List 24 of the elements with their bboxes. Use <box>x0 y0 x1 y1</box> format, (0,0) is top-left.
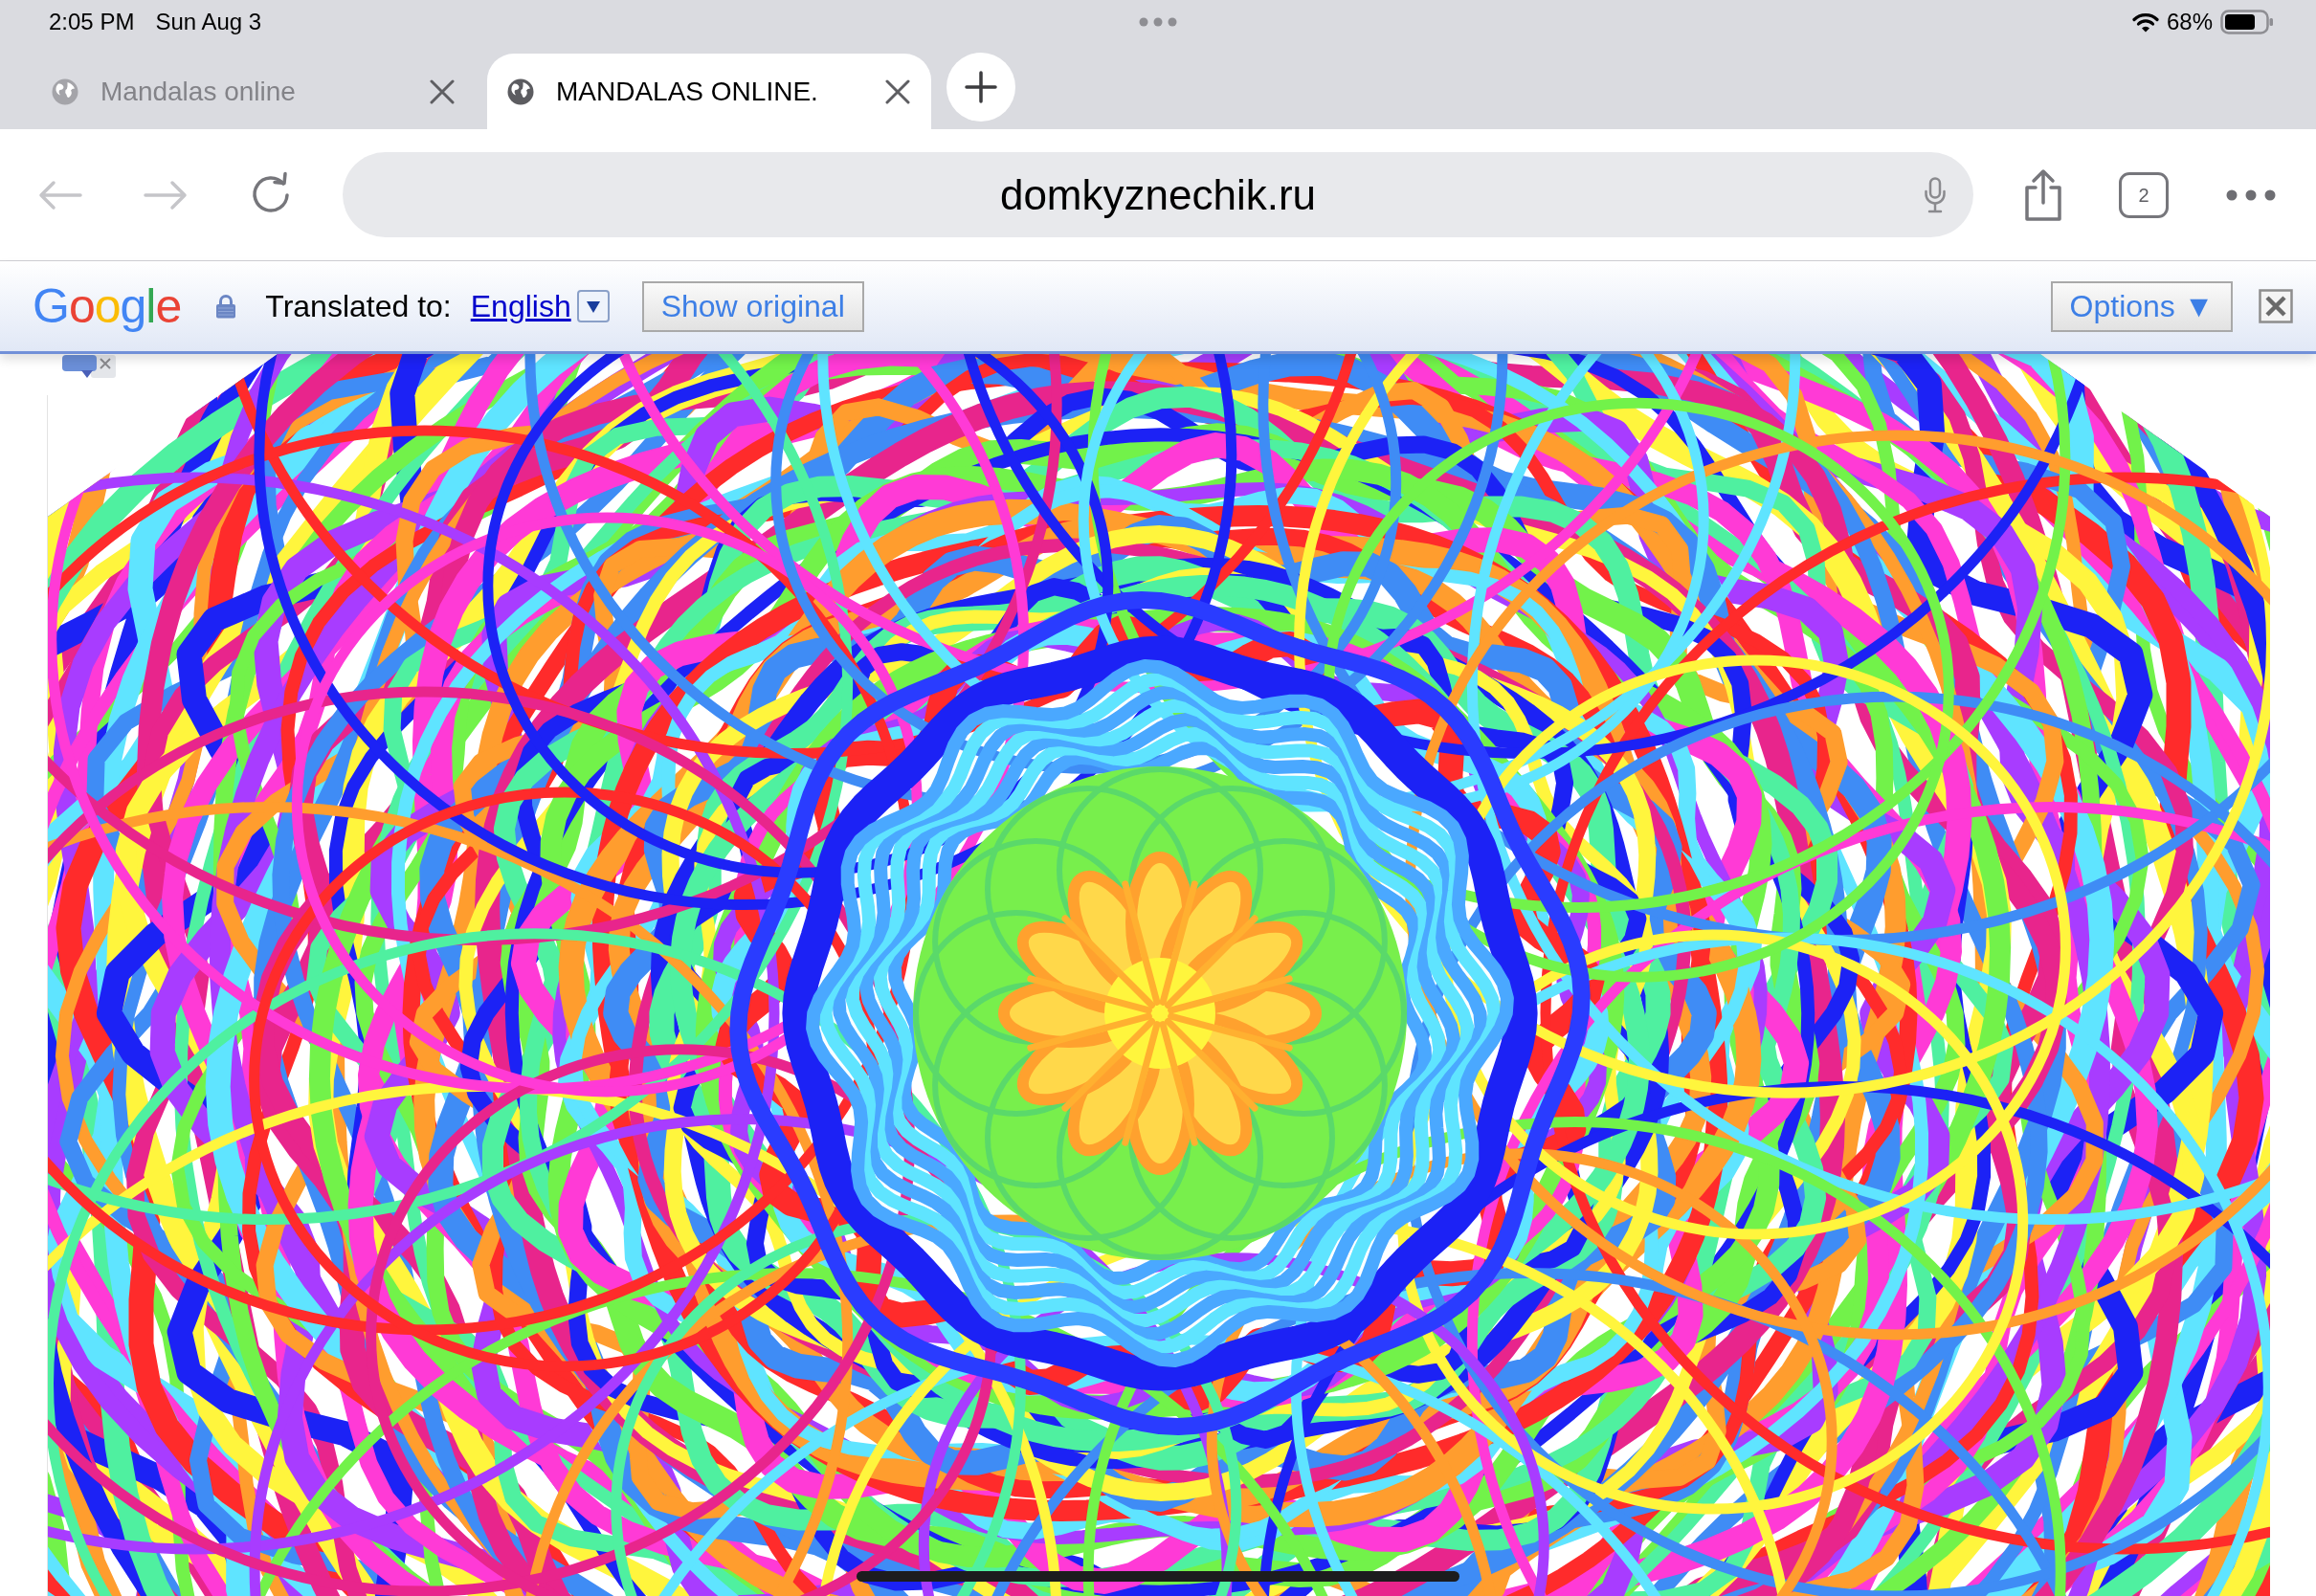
address-field[interactable]: domkyznechik.ru <box>343 152 1973 237</box>
globe-icon <box>52 78 78 105</box>
microphone-icon[interactable] <box>1924 176 1947 213</box>
dropdown-icon[interactable] <box>576 290 610 322</box>
status-date: Sun Aug 3 <box>155 8 262 36</box>
language-link[interactable]: English <box>470 283 571 329</box>
tab-switcher-button[interactable]: 2 <box>2119 171 2169 218</box>
more-icon[interactable] <box>2226 188 2276 201</box>
close-icon[interactable] <box>885 78 910 104</box>
close-icon[interactable] <box>430 78 455 104</box>
globe-icon <box>507 78 534 105</box>
status-time: 2:05 PM <box>49 8 135 36</box>
wifi-icon <box>2131 11 2159 33</box>
battery-percentage: 68% <box>2166 8 2213 36</box>
google-logo: Google <box>33 282 182 330</box>
close-icon[interactable] <box>2259 289 2293 323</box>
browser-tab[interactable]: MANDALAS ONLINE. <box>487 54 931 129</box>
translated-label: Translated to: <box>265 288 452 325</box>
options-button[interactable]: Options ▼ <box>2051 280 2233 332</box>
lock-icon <box>215 294 237 319</box>
plus-icon <box>965 71 997 103</box>
show-original-button[interactable]: Show original <box>641 280 864 332</box>
speech-bubble-icon[interactable] <box>62 355 116 378</box>
battery-icon <box>2220 10 2274 34</box>
